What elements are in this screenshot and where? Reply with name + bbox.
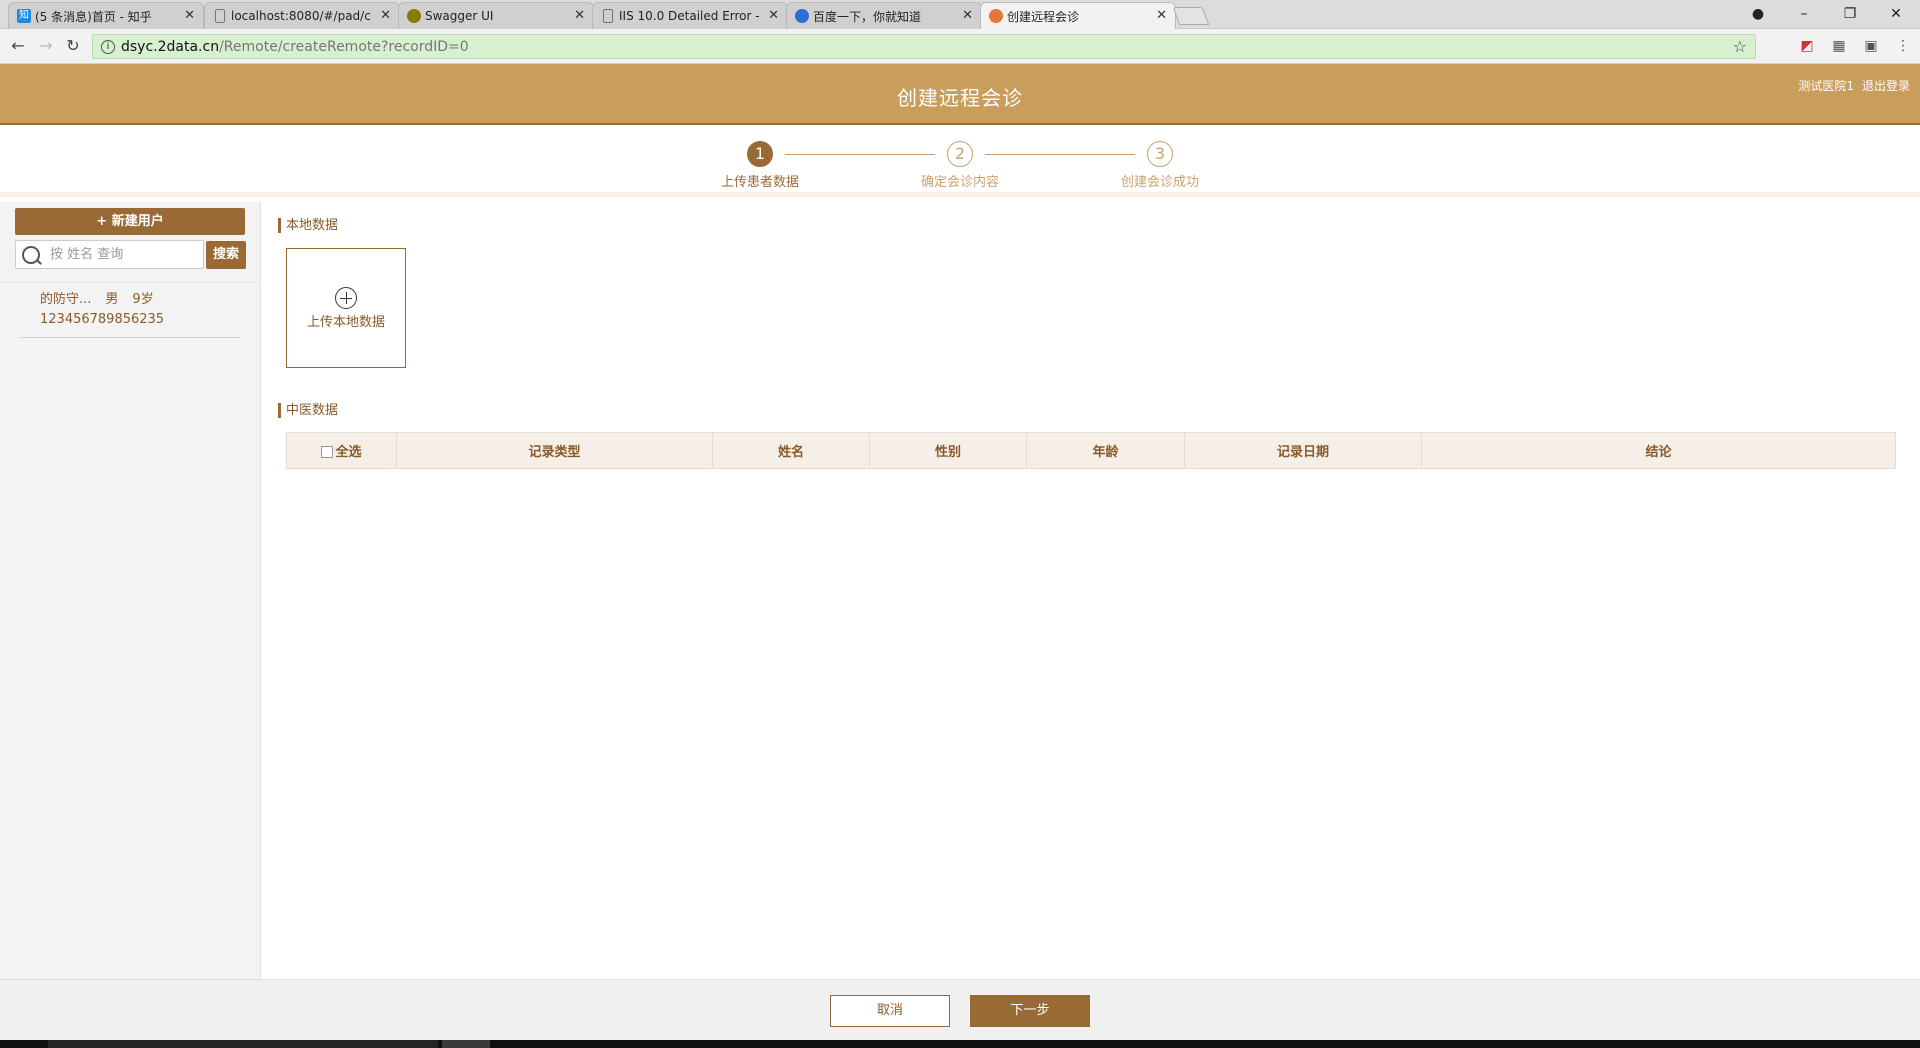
app-header: 创建远程会诊 测试医院1 退出登录 [0,64,1920,125]
browser-tab-swagger[interactable]: Swagger UI ✕ [398,2,594,29]
extension-flag-icon[interactable]: ◩ [1798,37,1816,55]
tab-title: 百度一下，你就知道 [813,9,922,24]
search-input[interactable] [50,247,200,262]
next-step-button[interactable]: 下一步 [970,995,1090,1027]
browser-tab-bar: 知 (5 条消息)首页 - 知乎 ✕ localhost:8080/#/pad/… [0,0,1920,29]
patient-age: 9岁 [132,292,154,307]
column-age: 年龄 [1026,432,1185,469]
divider [0,282,260,283]
column-record-date: 记录日期 [1184,432,1422,469]
url-path: /Remote/createRemote?recordID=0 [219,38,469,55]
patient-list-item[interactable]: 的防守... 男 9岁 123456789856235 [20,290,240,338]
browser-tab-localhost[interactable]: localhost:8080/#/pad/c ✕ [204,2,400,29]
plus-circle-icon [335,287,357,309]
baidu-icon [795,9,809,23]
step-label: 上传患者数据 [720,175,799,190]
minimize-icon[interactable]: – [1794,4,1814,24]
step-number: 3 [1147,141,1173,167]
table-header-row: 全选 记录类型 姓名 性别 年龄 记录日期 结论 [286,432,1896,469]
taskbar-segment [48,1040,438,1048]
patient-id: 123456789856235 [40,312,165,327]
user-links: 测试医院1 退出登录 [1790,77,1910,94]
footer-bar: 取消 下一步 [0,979,1920,1040]
page-title: 创建远程会诊 [897,86,1023,110]
column-conclusion: 结论 [1421,432,1896,469]
step-3: 3 创建会诊成功 [1100,141,1220,190]
browser-tab-iis[interactable]: IIS 10.0 Detailed Error - ✕ [592,2,788,29]
select-all-header[interactable]: 全选 [286,432,397,469]
step-label: 创建会诊成功 [1120,175,1199,190]
logout-link[interactable]: 退出登录 [1862,79,1910,93]
window-close-icon[interactable]: ✕ [1886,4,1906,24]
select-all-checkbox[interactable] [321,446,334,458]
step-2: 2 确定会诊内容 [900,141,1020,190]
close-icon[interactable]: ✕ [768,8,779,23]
tab-title: Swagger UI [425,9,494,23]
select-all-label: 全选 [335,445,362,460]
main-content: 本地数据 上传本地数据 中医数据 全选 记录类型 姓名 性别 年龄 记录日期 结… [262,202,1920,979]
upload-local-data-button[interactable]: 上传本地数据 [286,248,406,368]
zhihu-icon: 知 [17,9,31,23]
browser-toolbar: ← → ↻ i dsyc.2data.cn/Remote/createRemot… [0,29,1920,64]
close-icon[interactable]: ✕ [380,8,391,23]
new-user-button[interactable]: + 新建用户 [15,208,245,235]
column-gender: 性别 [869,432,1027,469]
hospital-name[interactable]: 测试医院1 [1798,79,1854,93]
page-icon [603,9,613,23]
swagger-icon [407,9,421,23]
new-tab-button[interactable] [1172,7,1210,25]
extension-box-icon[interactable]: ▣ [1862,37,1880,55]
search-box [15,240,204,269]
forward-icon[interactable]: → [36,36,56,56]
browser-tab-active[interactable]: 创建远程会诊 ✕ [980,2,1176,29]
step-number: 2 [947,141,973,167]
patient-sidebar: + 新建用户 搜索 的防守... 男 9岁 123456789856235 [0,202,261,979]
section-title-tcm: 中医数据 [278,403,338,418]
column-record-type: 记录类型 [396,432,713,469]
profile-icon[interactable]: ● [1748,4,1768,24]
extension-layout-icon[interactable]: ▦ [1830,37,1848,55]
search-icon [22,245,40,264]
tab-title: localhost:8080/#/pad/c [231,9,371,23]
cancel-button[interactable]: 取消 [830,995,950,1027]
browser-tab-baidu[interactable]: 百度一下，你就知道 ✕ [786,2,982,29]
restore-icon[interactable]: ❐ [1840,4,1860,24]
url-host: dsyc.2data.cn [121,38,220,55]
page-icon [215,9,225,23]
upload-label: 上传本地数据 [306,315,385,330]
close-icon[interactable]: ✕ [184,8,195,23]
browser-tab-zhihu[interactable]: 知 (5 条消息)首页 - 知乎 ✕ [8,2,204,29]
tab-title: 创建远程会诊 [1007,9,1080,24]
close-icon[interactable]: ✕ [1156,8,1167,23]
reload-icon[interactable]: ↻ [63,36,83,56]
step-indicator: 1 上传患者数据 2 确定会诊内容 3 创建会诊成功 [0,127,1920,197]
step-number: 1 [747,141,773,167]
step-label: 确定会诊内容 [920,175,999,190]
back-icon[interactable]: ← [8,36,28,56]
patient-gender: 男 [105,292,119,307]
info-icon[interactable]: i [101,39,115,54]
patient-name: 的防守... [40,292,92,307]
section-title-local: 本地数据 [278,218,338,233]
tab-title: IIS 10.0 Detailed Error - [619,9,759,23]
tcm-data-table: 全选 记录类型 姓名 性别 年龄 记录日期 结论 [286,432,1896,469]
bookmark-star-icon[interactable]: ☆ [1733,37,1747,56]
taskbar-segment [442,1040,490,1048]
menu-icon[interactable]: ⋮ [1894,37,1912,55]
search-button[interactable]: 搜索 [206,241,246,269]
address-bar[interactable]: i dsyc.2data.cn/Remote/createRemote?reco… [92,34,1756,59]
step-1: 1 上传患者数据 [700,141,820,190]
chrome-g-icon [989,9,1003,23]
close-icon[interactable]: ✕ [574,8,585,23]
column-name: 姓名 [712,432,870,469]
close-icon[interactable]: ✕ [962,8,973,23]
os-taskbar [0,1040,1920,1048]
tab-title: (5 条消息)首页 - 知乎 [35,9,152,24]
